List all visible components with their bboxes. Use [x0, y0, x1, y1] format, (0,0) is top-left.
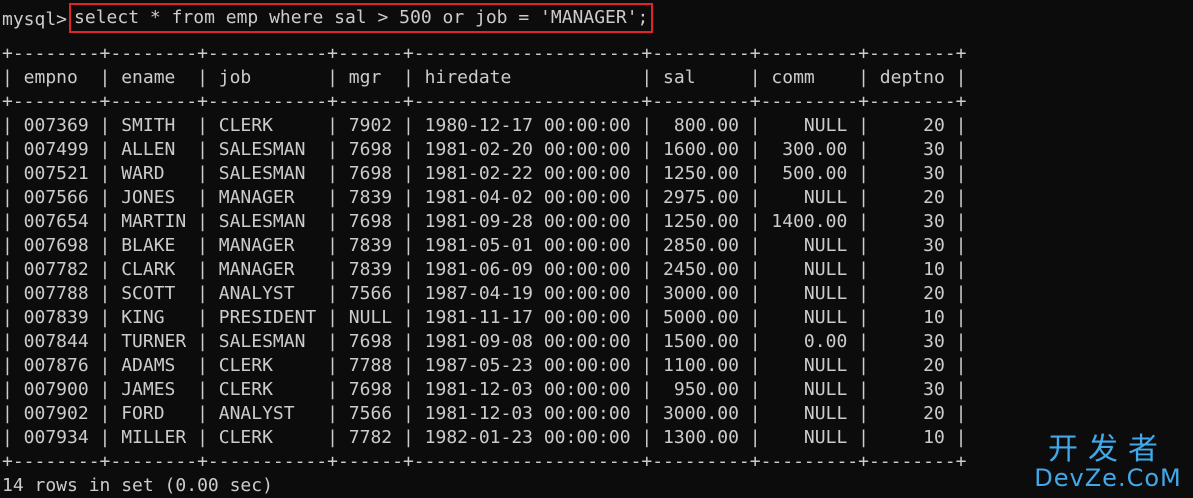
table-row: | 007521 | WARD | SALESMAN | 7698 | 1981…: [2, 163, 967, 184]
table-row: | 007499 | ALLEN | SALESMAN | 7698 | 198…: [2, 139, 967, 160]
table-row: | 007654 | MARTIN | SALESMAN | 7698 | 19…: [2, 211, 967, 232]
highlighted-command: select * from emp where sal > 500 or job…: [69, 3, 654, 33]
terminal-window[interactable]: mysql> select * from emp where sal > 500 …: [2, 2, 1191, 498]
sql-command: select * from emp where sal > 500 or job…: [74, 7, 649, 28]
mysql-prompt: mysql>: [2, 9, 68, 30]
table-row: | 007782 | CLARK | MANAGER | 7839 | 1981…: [2, 259, 967, 280]
table-row: | 007900 | JAMES | CLERK | 7698 | 1981-1…: [2, 379, 967, 400]
table-row: | 007839 | KING | PRESIDENT | NULL | 198…: [2, 307, 967, 328]
table-row: | 007369 | SMITH | CLERK | 7902 | 1980-1…: [2, 115, 967, 136]
table-row: | 007876 | ADAMS | CLERK | 7788 | 1987-0…: [2, 355, 967, 376]
table-header: | empno | ename | job | mgr | hiredate |…: [2, 67, 967, 88]
result-status: 14 rows in set (0.00 sec): [2, 475, 273, 496]
table-bottom-border: +--------+--------+-----------+------+--…: [2, 451, 967, 472]
watermark-logo: 开发者 DevZe.CoM: [1033, 432, 1183, 492]
watermark-bottom-text: DevZe.CoM: [1034, 464, 1182, 492]
table-row: | 007902 | FORD | ANALYST | 7566 | 1981-…: [2, 403, 967, 424]
table-row: | 007566 | JONES | MANAGER | 7839 | 1981…: [2, 187, 967, 208]
table-row: | 007698 | BLAKE | MANAGER | 7839 | 1981…: [2, 235, 967, 256]
table-top-border: +--------+--------+-----------+------+--…: [2, 43, 967, 64]
watermark-top-text: 开发者: [1048, 432, 1168, 467]
table-header-border: +--------+--------+-----------+------+--…: [2, 91, 967, 112]
table-row: | 007934 | MILLER | CLERK | 7782 | 1982-…: [2, 427, 967, 448]
table-row: | 007844 | TURNER | SALESMAN | 7698 | 19…: [2, 331, 967, 352]
prompt-line: mysql> select * from emp where sal > 500 …: [2, 2, 1191, 42]
table-row: | 007788 | SCOTT | ANALYST | 7566 | 1987…: [2, 283, 967, 304]
